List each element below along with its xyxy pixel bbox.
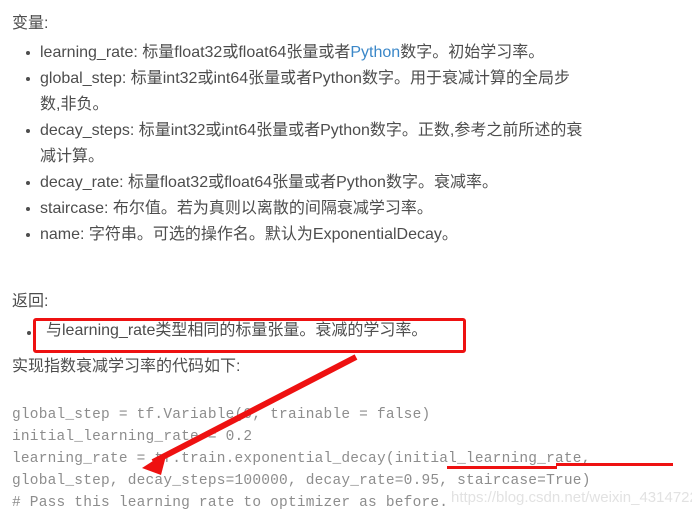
variables-list: learning_rate: 标量float32或float64张量或者Pyth…	[0, 40, 692, 248]
param-desc-after: 减计算。	[40, 148, 105, 165]
code-line: global_step = tf.Variable(0, trainable =…	[12, 407, 431, 423]
param-desc-before: 标量int32或int64张量或者Python数字。正数,参考之前所述的衰	[134, 122, 583, 139]
document-page: 变量: learning_rate: 标量float32或float64张量或者…	[0, 0, 692, 515]
code-line: learning_rate = tf.train.exponential_dec…	[12, 451, 591, 467]
param-desc-before: 标量int32或int64张量或者Python数字。用于衰减计算的全局步	[126, 70, 570, 87]
variables-section-heading: 变量:	[12, 15, 49, 32]
param-desc-before: 标量float32或float64张量或者Python数字。衰减率。	[123, 174, 498, 191]
code-line: # Pass this learning rate to optimizer a…	[12, 495, 449, 511]
list-item: learning_rate: 标量float32或float64张量或者Pyth…	[0, 40, 692, 66]
param-name: decay_rate:	[40, 174, 124, 191]
param-name: name:	[40, 226, 85, 243]
param-desc-before: 布尔值。若为真则以离散的间隔衰减学习率。	[108, 200, 433, 217]
param-desc-after: 数字。初始学习率。	[400, 44, 545, 61]
param-desc-before: 字符串。可选的操作名。默认为ExponentialDecay。	[84, 226, 458, 243]
param-name: staircase:	[40, 200, 109, 217]
param-desc-before: 标量float32或float64张量或者	[137, 44, 351, 61]
list-item: decay_steps: 标量int32或int64张量或者Python数字。正…	[0, 118, 692, 170]
param-name: global_step:	[40, 70, 127, 87]
python-link[interactable]: Python	[350, 44, 400, 61]
list-item: name: 字符串。可选的操作名。默认为ExponentialDecay。	[0, 222, 692, 248]
param-desc-after: 数,非负。	[40, 96, 109, 113]
code-line: initial_learning_rate = 0.2	[12, 429, 253, 445]
code-block: global_step = tf.Variable(0, trainable =…	[12, 404, 591, 514]
list-item: global_step: 标量int32或int64张量或者Python数字。用…	[0, 66, 692, 118]
returns-section-heading: 返回:	[12, 293, 49, 310]
list-item: 与learning_rate类型相同的标量张量。衰减的学习率。	[0, 318, 692, 344]
param-name: learning_rate:	[40, 44, 138, 61]
list-item: decay_rate: 标量float32或float64张量或者Python数…	[0, 170, 692, 196]
code-intro-text: 实现指数衰减学习率的代码如下:	[12, 358, 241, 375]
param-name: decay_steps:	[40, 122, 135, 139]
list-item: staircase: 布尔值。若为真则以离散的间隔衰减学习率。	[0, 196, 692, 222]
code-line: global_step, decay_steps=100000, decay_r…	[12, 473, 591, 489]
returns-list: 与learning_rate类型相同的标量张量。衰减的学习率。	[0, 318, 692, 344]
returns-description: 与learning_rate类型相同的标量张量。衰减的学习率。	[46, 322, 428, 339]
